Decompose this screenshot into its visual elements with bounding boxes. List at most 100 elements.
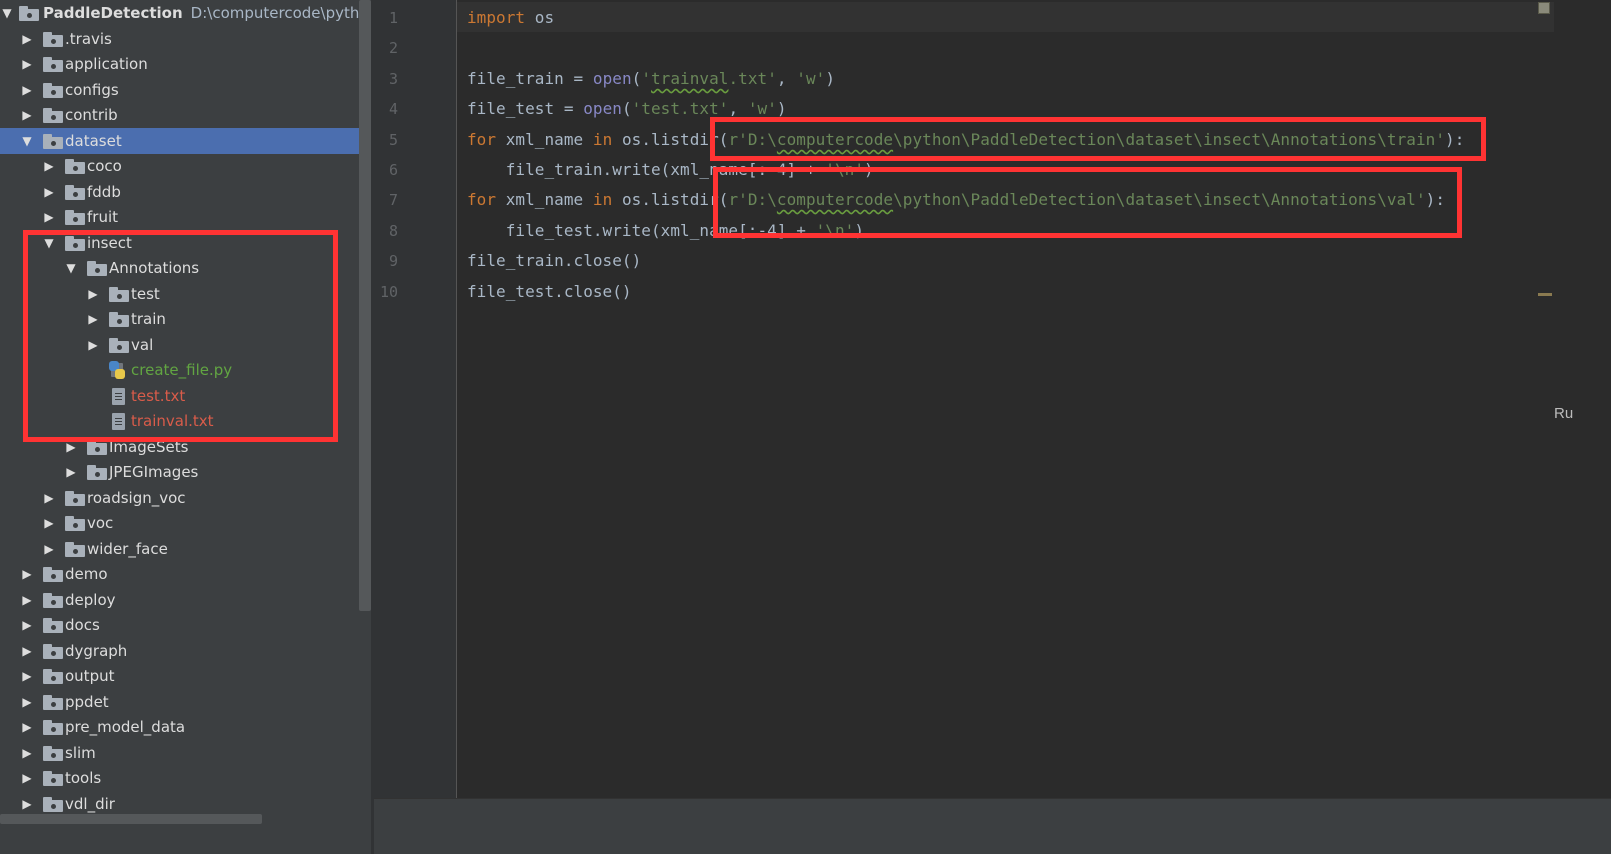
- editor-bottom-bar: [374, 798, 1611, 854]
- chevron-right-icon[interactable]: ▶: [42, 183, 56, 201]
- tree-item-label: deploy: [65, 591, 116, 609]
- tree-item-label: configs: [65, 81, 119, 99]
- editor-gutter: [374, 0, 456, 798]
- tree-item-label: contrib: [65, 106, 118, 124]
- code-token: 'test.txt': [631, 99, 729, 118]
- code-token: file_train =: [467, 69, 593, 88]
- folder-icon: [43, 57, 63, 72]
- chevron-right-icon[interactable]: ▶: [42, 540, 56, 558]
- tree-item-label: application: [65, 55, 148, 73]
- tree-item-label: dataset: [65, 132, 122, 150]
- chevron-right-icon[interactable]: ▶: [20, 55, 34, 73]
- tree-item-label: demo: [65, 565, 108, 583]
- chevron-down-icon[interactable]: ▼: [20, 132, 34, 150]
- line-number: 2: [388, 39, 398, 57]
- chevron-right-icon[interactable]: ▶: [20, 616, 34, 634]
- tree-item-travis[interactable]: ▶ .travis: [0, 26, 373, 52]
- tree-item-deploy[interactable]: ▶ deploy: [0, 587, 373, 613]
- tree-item-label: voc: [87, 514, 114, 532]
- folder-icon: [43, 720, 63, 735]
- annotation-box-train-path: [710, 117, 1486, 161]
- chevron-right-icon[interactable]: ▶: [20, 565, 34, 583]
- chevron-right-icon[interactable]: ▶: [20, 642, 34, 660]
- tree-item-tools[interactable]: ▶ tools: [0, 765, 373, 791]
- tree-item-label: roadsign_voc: [87, 489, 186, 507]
- chevron-right-icon[interactable]: ▶: [20, 106, 34, 124]
- tree-item-configs[interactable]: ▶ configs: [0, 77, 373, 103]
- chevron-right-icon[interactable]: ▶: [42, 489, 56, 507]
- tree-item-fruit[interactable]: ▶ fruit: [0, 204, 373, 230]
- folder-icon: [43, 618, 63, 633]
- code-line[interactable]: file_test.close(): [467, 277, 632, 307]
- code-token: ,: [728, 99, 748, 118]
- tree-item-label: .travis: [65, 30, 112, 48]
- chevron-right-icon[interactable]: ▶: [20, 744, 34, 762]
- code-line[interactable]: import os: [467, 3, 554, 33]
- tree-item-jpegimages[interactable]: ▶ JPEGImages: [0, 459, 373, 485]
- folder-icon: [43, 593, 63, 608]
- tree-item-fddb[interactable]: ▶ fddb: [0, 179, 373, 205]
- tree-item-wider-face[interactable]: ▶ wider_face: [0, 536, 373, 562]
- chevron-right-icon[interactable]: ▶: [20, 591, 34, 609]
- tree-item-slim[interactable]: ▶ slim: [0, 740, 373, 766]
- tree-item-label: ppdet: [65, 693, 109, 711]
- chevron-right-icon[interactable]: ▶: [20, 30, 34, 48]
- line-number: 8: [388, 222, 398, 240]
- tree-item-application[interactable]: ▶ application: [0, 51, 373, 77]
- folder-icon: [65, 159, 85, 174]
- code-token: (: [631, 69, 642, 88]
- chevron-down-icon[interactable]: ▼: [0, 4, 14, 22]
- chevron-right-icon[interactable]: ▶: [20, 795, 34, 813]
- line-number: 6: [388, 161, 398, 179]
- tree-root-row[interactable]: ▼ PaddleDetection D:\computercode\python\…: [0, 0, 373, 26]
- tree-item-dygraph[interactable]: ▶ dygraph: [0, 638, 373, 664]
- code-token: 'w': [796, 69, 826, 88]
- code-token: xml_name: [496, 190, 593, 209]
- folder-icon: [43, 567, 63, 582]
- tree-item-output[interactable]: ▶ output: [0, 663, 373, 689]
- chevron-right-icon[interactable]: ▶: [42, 208, 56, 226]
- inspection-status-icon[interactable]: [1538, 2, 1550, 14]
- tree-item-label: JPEGImages: [109, 463, 199, 481]
- error-stripe-mark[interactable]: [1538, 293, 1552, 296]
- tree-vertical-scrollbar[interactable]: [359, 0, 371, 611]
- current-line-highlight: [457, 2, 1554, 32]
- tree-horizontal-scrollbar[interactable]: [0, 814, 262, 824]
- folder-icon: [43, 134, 63, 149]
- tree-item-dataset[interactable]: ▼ dataset: [0, 128, 373, 154]
- tree-item-ppdet[interactable]: ▶ ppdet: [0, 689, 373, 715]
- tree-item-roadsign-voc[interactable]: ▶ roadsign_voc: [0, 485, 373, 511]
- folder-icon: [43, 797, 63, 812]
- annotation-box-tree: [23, 230, 338, 442]
- line-number: 5: [388, 131, 398, 149]
- tree-item-docs[interactable]: ▶ docs: [0, 612, 373, 638]
- chevron-right-icon[interactable]: ▶: [42, 157, 56, 175]
- code-token: in: [592, 190, 613, 209]
- tree-item-pre-model-data[interactable]: ▶ pre_model_data: [0, 714, 373, 740]
- right-tool-window-tab[interactable]: Ru: [1554, 405, 1573, 422]
- code-line[interactable]: file_train = open('trainval.txt', 'w'): [467, 64, 835, 94]
- chevron-right-icon[interactable]: ▶: [20, 693, 34, 711]
- chevron-right-icon[interactable]: ▶: [64, 463, 78, 481]
- chevron-right-icon[interactable]: ▶: [20, 769, 34, 787]
- folder-icon: [43, 108, 63, 123]
- code-token: file_train.close(): [467, 251, 642, 270]
- code-line[interactable]: file_train.close(): [467, 246, 641, 276]
- chevron-right-icon[interactable]: ▶: [20, 81, 34, 99]
- tree-item-voc[interactable]: ▶ voc: [0, 510, 373, 536]
- code-token: ': [641, 69, 651, 88]
- tree-item-contrib[interactable]: ▶ contrib: [0, 102, 373, 128]
- chevron-right-icon[interactable]: ▶: [42, 514, 56, 532]
- tree-item-demo[interactable]: ▶ demo: [0, 561, 373, 587]
- code-token: open: [592, 69, 632, 88]
- code-token: os: [525, 8, 555, 27]
- folder-icon: [43, 771, 63, 786]
- chevron-right-icon[interactable]: ▶: [20, 718, 34, 736]
- code-token: .txt': [728, 69, 777, 88]
- tree-root-path: D:\computercode\python\P: [190, 4, 373, 22]
- tree-item-coco[interactable]: ▶ coco: [0, 153, 373, 179]
- line-number: 1: [388, 9, 398, 27]
- annotation-box-val-path: [713, 167, 1462, 238]
- chevron-right-icon[interactable]: ▶: [20, 667, 34, 685]
- right-tool-strip: [1554, 0, 1611, 854]
